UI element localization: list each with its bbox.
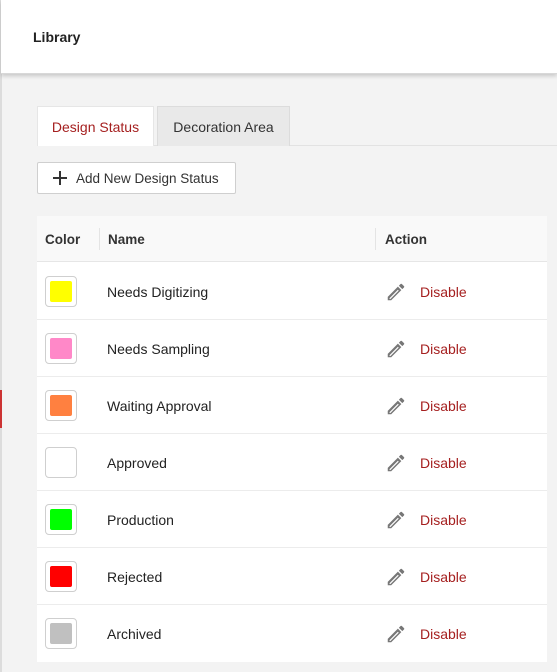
pencil-icon[interactable]: [385, 281, 407, 303]
color-swatch-fill: [50, 509, 72, 530]
color-swatch-fill: [50, 623, 72, 644]
disable-link[interactable]: Disable: [420, 434, 467, 491]
color-swatch-fill: [50, 566, 72, 587]
pencil-icon[interactable]: [385, 338, 407, 360]
table-row: Needs Sampling Disable: [37, 320, 547, 377]
left-border: [0, 0, 2, 672]
color-swatch-fill: [50, 338, 72, 359]
design-status-table: Color Name Action Needs Digitizing Disab…: [37, 216, 547, 662]
tab-bar: Design Status Decoration Area: [37, 106, 557, 146]
disable-link[interactable]: Disable: [420, 320, 467, 377]
page-header: Library: [1, 0, 557, 74]
color-swatch-fill: [50, 281, 72, 302]
color-swatch[interactable]: [45, 390, 77, 421]
table-row: Production Disable: [37, 491, 547, 548]
status-name: Needs Digitizing: [107, 283, 209, 300]
plus-icon: [53, 171, 67, 185]
color-swatch-fill: [50, 395, 72, 416]
color-swatch[interactable]: [45, 447, 77, 478]
status-name: Needs Sampling: [107, 340, 210, 357]
pencil-icon[interactable]: [385, 395, 407, 417]
pencil-icon[interactable]: [385, 452, 407, 474]
color-swatch[interactable]: [45, 618, 77, 649]
status-name: Rejected: [107, 568, 163, 585]
table-row: Waiting Approval Disable: [37, 377, 547, 434]
color-swatch[interactable]: [45, 561, 77, 592]
disable-link[interactable]: Disable: [420, 605, 467, 662]
disable-link[interactable]: Disable: [420, 377, 467, 434]
status-name: Waiting Approval: [107, 397, 212, 414]
disable-link[interactable]: Disable: [420, 491, 467, 548]
left-accent-marker: [0, 390, 2, 428]
tab-design-status[interactable]: Design Status: [37, 106, 154, 146]
status-name: Archived: [107, 625, 162, 642]
color-swatch[interactable]: [45, 333, 77, 364]
pencil-icon[interactable]: [385, 566, 407, 588]
table-header: Color Name Action: [37, 216, 547, 262]
column-header-color: Color: [45, 231, 81, 247]
color-swatch[interactable]: [45, 504, 77, 535]
column-header-name: Name: [99, 228, 145, 250]
add-design-status-label: Add New Design Status: [76, 170, 219, 186]
page-title: Library: [33, 29, 81, 45]
color-swatch-fill: [50, 452, 72, 473]
pencil-icon[interactable]: [385, 623, 407, 645]
status-name: Approved: [107, 454, 167, 471]
disable-link[interactable]: Disable: [420, 548, 467, 605]
tab-decoration-area[interactable]: Decoration Area: [157, 106, 290, 146]
table-row: Rejected Disable: [37, 548, 547, 605]
table-row: Archived Disable: [37, 605, 547, 662]
add-design-status-button[interactable]: Add New Design Status: [37, 162, 236, 194]
disable-link[interactable]: Disable: [420, 263, 467, 320]
table-row: Approved Disable: [37, 434, 547, 491]
status-name: Production: [107, 511, 174, 528]
column-header-action: Action: [375, 228, 427, 250]
pencil-icon[interactable]: [385, 509, 407, 531]
table-row: Needs Digitizing Disable: [37, 263, 547, 320]
color-swatch[interactable]: [45, 276, 77, 307]
